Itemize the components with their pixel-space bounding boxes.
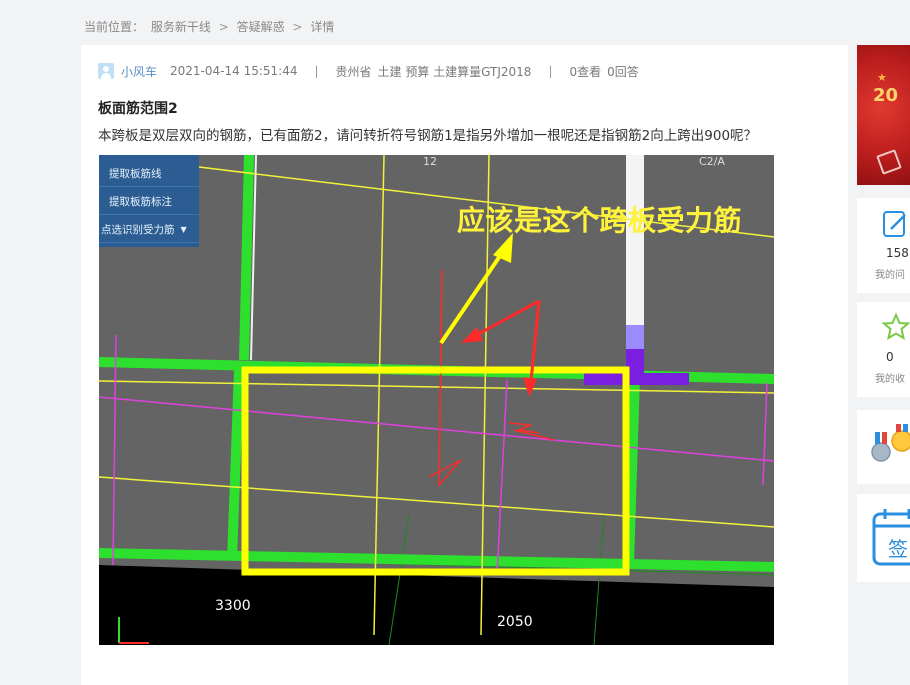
star-icon: ★ (877, 71, 887, 84)
avatar[interactable] (98, 63, 114, 79)
medals-widget[interactable] (857, 410, 910, 484)
promo-banner[interactable]: ★ 20 (857, 45, 910, 185)
grid-label: C2/A (699, 155, 725, 168)
question-card: 小风车 2021-04-14 15:51:44 | 贵州省 土建 预算 土建算量… (81, 45, 848, 685)
banner-text: 20 (873, 85, 899, 106)
grid-label: 12 (423, 155, 437, 168)
meta-divider: | (548, 64, 553, 78)
breadcrumb-prefix: 当前位置： (84, 20, 145, 34)
post-datetime: 2021-04-14 15:51:44 (170, 64, 298, 78)
post-tags: 土建 预算 土建算量GTJ2018 (377, 64, 532, 79)
checkin-widget[interactable]: 签 (857, 494, 910, 582)
breadcrumb-item-qa[interactable]: 答疑解惑 (237, 20, 285, 34)
annotation-text: 应该是这个跨板受力筋 (457, 204, 743, 237)
my-favorites-label: 我的收 (875, 374, 905, 385)
breadcrumb-separator: > (218, 20, 229, 34)
breadcrumb-item-service[interactable]: 服务新干线 (151, 20, 211, 34)
question-title: 板面筋范围2 (98, 101, 178, 117)
edit-note-icon (883, 211, 906, 237)
view-count: 0查看 (569, 64, 602, 79)
tool-panel: 提取板筋线 提取板筋标注 点选识别受力筋 ▼ (99, 155, 199, 247)
checkin-label: 签 (888, 537, 908, 561)
dimension-label: 2050 (497, 614, 533, 630)
my-questions-count: 158 (886, 246, 909, 260)
author-name[interactable]: 小风车 (121, 63, 157, 80)
calendar-icon: 签 (872, 509, 910, 566)
highlight-box (241, 366, 630, 576)
breadcrumb: 当前位置： 服务新干线 > 答疑解惑 > 详情 (84, 18, 337, 35)
question-screenshot[interactable]: 提取板筋线 提取板筋标注 点选识别受力筋 ▼ 应该是这个跨板受力筋 12 C2/… (99, 155, 774, 645)
identify-rebar-dropdown[interactable]: 点选识别受力筋 ▼ (99, 217, 199, 243)
dimension-label: 3300 (215, 598, 251, 614)
extract-rebar-line-button[interactable]: 提取板筋线 (99, 161, 199, 187)
answer-count: 0回答 (607, 64, 639, 79)
my-questions-widget[interactable]: 158 我的问 (857, 198, 910, 293)
my-questions-label: 我的问 (875, 270, 905, 281)
meta-divider: | (314, 64, 319, 78)
question-meta: 小风车 2021-04-14 15:51:44 | 贵州省 土建 预算 土建算量… (98, 62, 639, 80)
my-favorites-widget[interactable]: 0 我的收 (857, 302, 910, 397)
question-body: 本跨板是双层双向的钢筋，已有面筋2，请问转折符号钢筋1是指另外增加一根呢还是指钢… (98, 128, 758, 144)
identify-rebar-label: 点选识别受力筋 (101, 224, 175, 236)
extract-rebar-label-button[interactable]: 提取板筋标注 (99, 189, 199, 215)
my-favorites-count: 0 (886, 350, 894, 364)
breadcrumb-item-detail: 详情 (310, 20, 335, 34)
breadcrumb-separator: > (292, 20, 303, 34)
edit-icon (876, 149, 902, 175)
cad-black-region (99, 565, 774, 645)
medal-icon (871, 424, 910, 462)
chevron-down-icon: ▼ (180, 225, 187, 234)
post-region: 贵州省 (335, 64, 372, 79)
star-outline-icon (881, 312, 910, 341)
